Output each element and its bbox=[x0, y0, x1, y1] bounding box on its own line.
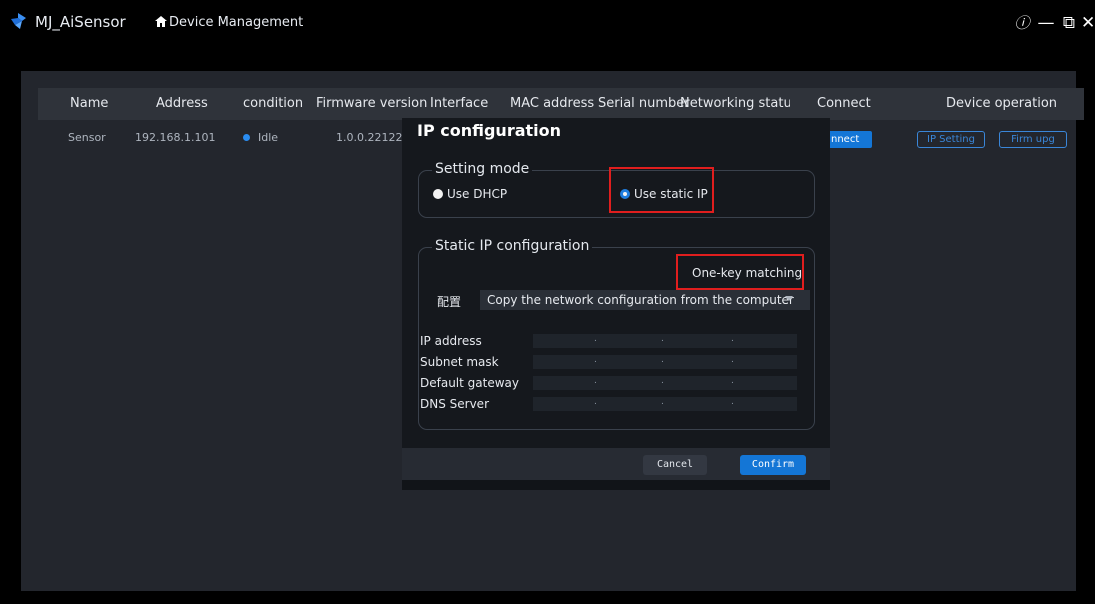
dns-server-input[interactable]: . . . bbox=[533, 397, 797, 411]
octet-separator: . bbox=[594, 334, 597, 344]
minimize-icon[interactable]: — bbox=[1035, 12, 1057, 34]
header-condition: condition bbox=[243, 96, 304, 111]
default-gateway-input[interactable]: . . . bbox=[533, 376, 797, 390]
header-interface: Interface bbox=[430, 96, 489, 111]
default-gateway-label: Default gateway bbox=[420, 376, 519, 390]
octet-separator: . bbox=[594, 355, 597, 365]
nav-device-management[interactable]: Device Management bbox=[155, 15, 303, 30]
cell-firmware: 1.0.0.221227 bbox=[336, 131, 410, 144]
octet-separator: . bbox=[661, 334, 664, 344]
ip-address-input[interactable]: . . . bbox=[533, 334, 797, 348]
octet-separator: . bbox=[661, 355, 664, 365]
app-title: MJ_AiSensor bbox=[35, 13, 126, 31]
status-dot-icon bbox=[243, 134, 250, 141]
cell-condition: Idle bbox=[243, 131, 278, 144]
app-logo-icon bbox=[11, 13, 26, 29]
subnet-mask-label: Subnet mask bbox=[420, 355, 499, 369]
firm-upgrade-button[interactable]: Firm upg bbox=[999, 131, 1067, 148]
octet-separator: . bbox=[731, 376, 734, 386]
octet-separator: . bbox=[661, 397, 664, 407]
confirm-button[interactable]: Confirm bbox=[740, 455, 806, 475]
header-networking: Networking statu: bbox=[680, 96, 790, 111]
restore-icon[interactable]: ⧉ bbox=[1058, 12, 1080, 34]
static-ip-legend: Static IP configuration bbox=[432, 238, 593, 254]
cancel-button[interactable]: Cancel bbox=[643, 455, 707, 475]
ip-address-label: IP address bbox=[420, 334, 482, 348]
config-label: 配置 bbox=[437, 295, 462, 309]
dns-server-label: DNS Server bbox=[420, 397, 489, 411]
header-firmware: Firmware version bbox=[316, 96, 428, 111]
header-name: Name bbox=[70, 96, 109, 111]
close-icon[interactable]: ✕ bbox=[1081, 12, 1095, 34]
octet-separator: . bbox=[731, 334, 734, 344]
octet-separator: . bbox=[661, 376, 664, 386]
title-bar: MJ_AiSensor Device Management ⓘ — ⧉ ✕ bbox=[0, 0, 1095, 44]
condition-label: Idle bbox=[258, 131, 279, 144]
header-device-operation: Device operation bbox=[946, 96, 1058, 111]
dialog-title: IP configuration bbox=[417, 121, 562, 140]
info-icon[interactable]: ⓘ bbox=[1011, 12, 1033, 34]
nav-label: Device Management bbox=[169, 15, 304, 30]
home-icon bbox=[155, 16, 167, 27]
cell-name: Sensor bbox=[68, 131, 106, 144]
header-address: Address bbox=[156, 96, 208, 111]
radio-use-dhcp[interactable]: Use DHCP bbox=[433, 187, 507, 201]
radio-off-icon bbox=[433, 189, 443, 199]
octet-separator: . bbox=[731, 355, 734, 365]
cell-address: 192.168.1.101 bbox=[135, 131, 216, 144]
subnet-mask-input[interactable]: . . . bbox=[533, 355, 797, 369]
header-serial: Serial number bbox=[598, 96, 690, 111]
header-connect: Connect bbox=[817, 96, 871, 111]
dialog-bottom-bar bbox=[402, 480, 830, 490]
config-select-value: Copy the network configuration from the … bbox=[487, 293, 794, 307]
highlight-static-ip bbox=[609, 167, 714, 213]
octet-separator: . bbox=[594, 376, 597, 386]
connect-button[interactable]: nnect bbox=[828, 131, 872, 148]
chevron-down-icon bbox=[785, 296, 793, 301]
radio-dhcp-label: Use DHCP bbox=[447, 187, 508, 201]
octet-separator: . bbox=[731, 397, 734, 407]
header-mac: MAC address bbox=[510, 96, 595, 111]
setting-mode-legend: Setting mode bbox=[432, 161, 533, 177]
highlight-one-key bbox=[676, 254, 804, 290]
ip-setting-button[interactable]: IP Setting bbox=[917, 131, 985, 148]
octet-separator: . bbox=[594, 397, 597, 407]
